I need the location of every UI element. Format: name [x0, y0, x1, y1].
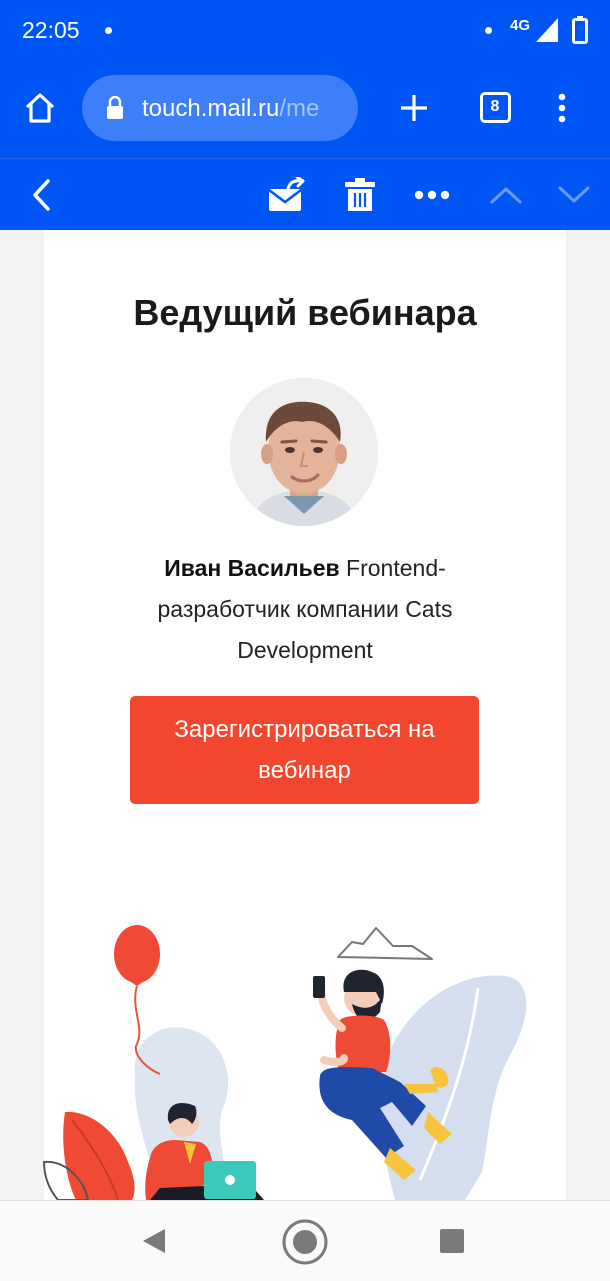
- speaker-photo: [230, 378, 378, 526]
- browser-toolbar: touch.mail.ru/me 8: [0, 62, 610, 158]
- nav-recents-icon: [440, 1229, 464, 1253]
- back-button[interactable]: [24, 173, 58, 217]
- prev-message-icon: [490, 187, 522, 204]
- browser-menu-button[interactable]: [546, 86, 578, 130]
- trash-icon: [345, 178, 375, 211]
- more-icon: [414, 190, 450, 200]
- url-path: /me: [279, 95, 320, 122]
- status-bar: 22:05 4G: [0, 0, 610, 62]
- prev-message-button[interactable]: [484, 173, 528, 217]
- message-body[interactable]: Ведущий вебинара Иван Васильев Frontend-…: [0, 230, 610, 1200]
- lock-icon: [107, 96, 123, 119]
- move-to-folder-icon: [268, 177, 305, 211]
- speaker-name: Иван Васильев: [164, 555, 340, 581]
- tab-count: 8: [490, 98, 500, 115]
- next-message-icon: [558, 186, 590, 203]
- url-text: touch.mail.ru/me: [142, 95, 319, 123]
- url-host: touch.mail.ru: [142, 95, 280, 122]
- nav-back-button[interactable]: [132, 1219, 176, 1263]
- status-time: 22:05: [22, 17, 80, 43]
- section-heading: Ведущий вебинара: [133, 292, 477, 333]
- battery-icon: [572, 16, 588, 44]
- delete-button[interactable]: [338, 171, 382, 219]
- nav-recents-button[interactable]: [430, 1219, 474, 1263]
- notification-dot-icon: [105, 27, 112, 34]
- tab-switcher-button[interactable]: 8: [474, 86, 516, 128]
- address-bar[interactable]: touch.mail.ru/me: [82, 75, 358, 141]
- status-dot-icon: [485, 27, 492, 34]
- register-button[interactable]: Зарегистрироваться на вебинар: [130, 696, 479, 804]
- next-message-button[interactable]: [552, 173, 596, 217]
- system-nav-bar: [0, 1200, 610, 1281]
- nav-home-icon: [282, 1219, 328, 1265]
- tabs-icon: 8: [479, 91, 511, 123]
- home-icon: [25, 93, 55, 123]
- network-type: 4G: [510, 17, 531, 34]
- plus-icon: [401, 95, 427, 121]
- home-button[interactable]: [18, 86, 62, 130]
- mail-toolbar: [0, 158, 610, 231]
- register-button-label: Зарегистрироваться на вебинар: [174, 716, 435, 784]
- new-tab-button[interactable]: [392, 86, 436, 130]
- people-illustration: [42, 925, 527, 1200]
- move-button[interactable]: [262, 171, 310, 219]
- signal-icon: [536, 18, 558, 42]
- nav-back-icon: [143, 1229, 165, 1253]
- kebab-menu-icon: [558, 93, 566, 123]
- speaker-bio: Иван Васильев Frontend-разработчик компа…: [114, 548, 496, 671]
- more-button[interactable]: [410, 173, 454, 217]
- back-chevron-icon: [33, 179, 50, 211]
- speaker-avatar: [230, 378, 378, 526]
- nav-home-button[interactable]: [280, 1217, 330, 1267]
